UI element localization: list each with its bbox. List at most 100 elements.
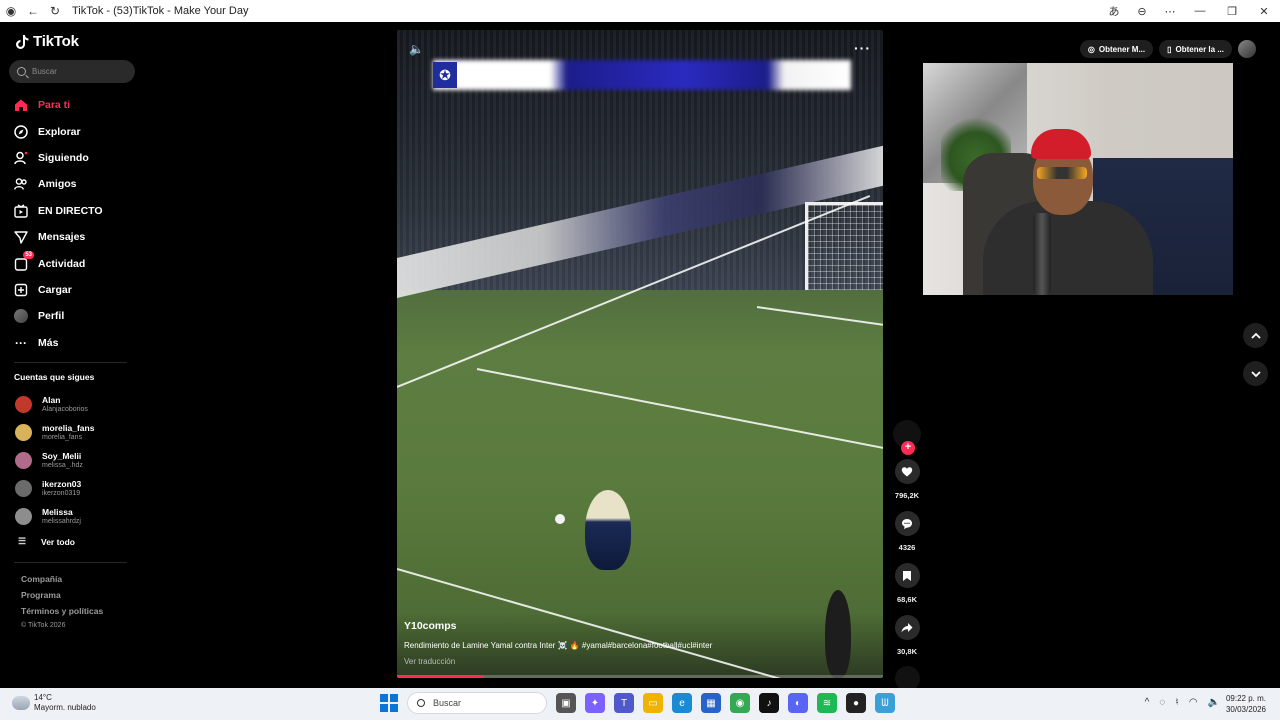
close-button[interactable]: ✕: [1248, 0, 1280, 22]
following-username: ikerzon0319: [42, 489, 81, 497]
store-icon[interactable]: ▦: [701, 693, 721, 713]
nav-item-explorar[interactable]: Explorar: [13, 118, 143, 144]
obs-icon[interactable]: ●: [846, 693, 866, 713]
user-avatar[interactable]: [1238, 40, 1256, 58]
share-count: 30,8K: [896, 647, 917, 656]
follow-plus-icon[interactable]: +: [901, 441, 915, 455]
save-action[interactable]: 68,6K: [890, 563, 924, 604]
following-item[interactable]: Soy_Melii melissa_.hdz: [15, 446, 94, 474]
comment-action[interactable]: 4326: [890, 511, 924, 552]
following-list: Alan Alanjacoborios morelia_fans morelia_f…: [15, 390, 94, 530]
search-placeholder: Buscar: [32, 67, 57, 76]
like-action[interactable]: 796,2K: [890, 459, 924, 500]
heart-icon[interactable]: [894, 459, 920, 484]
next-video-button[interactable]: [1243, 361, 1268, 386]
window-title: TikTok - (53)TikTok - Make Your Day: [72, 5, 249, 17]
chevron-down-icon: [1250, 370, 1261, 377]
video-player[interactable]: ✪ 🔈 ··· Y10comps Rendimiento de Lamine Y…: [397, 30, 883, 678]
taskbar-clock[interactable]: 09:22 p. m. 30/03/2026: [1226, 693, 1266, 715]
back-icon[interactable]: ←: [22, 0, 44, 22]
minimize-button[interactable]: —: [1184, 0, 1216, 22]
streamer-webcam: [923, 63, 1233, 295]
following-item[interactable]: ikerzon03 ikerzon0319: [15, 474, 94, 502]
windows-start-icon[interactable]: [380, 694, 398, 712]
spotify-icon[interactable]: ≋: [817, 693, 837, 713]
discord-icon[interactable]: ◐: [788, 693, 808, 713]
wifi-icon[interactable]: ◠: [1189, 697, 1198, 708]
search-input[interactable]: Buscar: [9, 60, 135, 83]
tiktok-logo[interactable]: TikTok: [14, 33, 79, 50]
share-action[interactable]: 30,8K: [890, 615, 924, 656]
nav-label: Siguiendo: [38, 151, 89, 164]
activity-icon: 53: [13, 250, 34, 272]
weather-widget[interactable]: 14°C Mayorm. nublado: [12, 693, 96, 713]
ucl-logo-icon: ✪: [433, 62, 457, 88]
get-app-button[interactable]: ▯ Obtener la ...: [1159, 40, 1232, 58]
chevron-up-icon[interactable]: ^: [1145, 697, 1150, 708]
maximize-button[interactable]: ❐: [1216, 0, 1248, 22]
volume-icon[interactable]: 🔈: [1208, 697, 1220, 708]
taskbar-apps: Buscar ▣ ✦ T ▭ e ▦ ◉ ♪ ◐ ≋ ● ᗯ: [380, 692, 895, 714]
nav-item-en-directo[interactable]: EN DIRECTO: [13, 198, 143, 224]
more-icon: ···: [15, 335, 27, 350]
get-coins-button[interactable]: ◎ Obtener M...: [1079, 40, 1154, 58]
more-options-icon[interactable]: ···: [854, 40, 871, 56]
nav-item-actividad[interactable]: 53 Actividad: [13, 250, 143, 276]
footer-links: Compañía Programa Términos y políticas ©…: [21, 574, 103, 638]
nav-item-amigos[interactable]: Amigos: [13, 171, 143, 197]
video-scorebug: [433, 60, 851, 90]
tiktok-taskbar-icon[interactable]: ♪: [759, 693, 779, 713]
nav-item-siguiendo[interactable]: Siguiendo: [13, 145, 143, 171]
zoom-icon[interactable]: ⊖: [1128, 0, 1156, 22]
sidebar-divider: [14, 562, 127, 563]
network-icon[interactable]: ◌: [1159, 697, 1165, 708]
app-icon[interactable]: ᗯ: [875, 693, 895, 713]
webcam-microphone: [1033, 213, 1051, 295]
nav-label: Cargar: [38, 283, 72, 296]
top-right-actions: ◎ Obtener M... ▯ Obtener la ...: [1079, 40, 1256, 58]
following-item[interactable]: Melissa melissahrdzj: [15, 502, 94, 530]
mic-icon[interactable]: ♮: [1175, 697, 1179, 708]
following-username: Alanjacoborios: [42, 405, 88, 413]
comment-icon[interactable]: [894, 511, 920, 536]
following-item[interactable]: Alan Alanjacoborios: [15, 390, 94, 418]
author-avatar[interactable]: +: [893, 420, 921, 455]
video-author[interactable]: Y10comps: [404, 620, 457, 632]
profile-avatar: [13, 308, 29, 324]
footer-link-company[interactable]: Compañía: [21, 574, 103, 590]
file-explorer-icon[interactable]: ▭: [643, 693, 663, 713]
bookmark-icon[interactable]: [894, 563, 920, 588]
share-icon[interactable]: [894, 615, 920, 640]
previous-video-button[interactable]: [1243, 323, 1268, 348]
translate-icon[interactable]: あ: [1100, 0, 1128, 22]
following-item[interactable]: morelia_fans morelia_fans: [15, 418, 94, 446]
nav-item-cargar[interactable]: Cargar: [13, 277, 143, 303]
pitch-line: [397, 568, 878, 678]
see-translation-link[interactable]: Ver traducción: [404, 657, 455, 666]
nav-item-mas[interactable]: ··· Más: [13, 330, 143, 356]
see-all-link[interactable]: ☰ Ver todo: [18, 536, 75, 547]
task-view-icon[interactable]: ▣: [556, 693, 576, 713]
browser-titlebar: ◉ ← ↻ TikTok - (53)TikTok - Make Your Da…: [0, 0, 1280, 22]
video-progress-bar[interactable]: [397, 675, 883, 678]
reload-icon[interactable]: ↻: [44, 0, 66, 22]
following-name: morelia_fans: [42, 422, 95, 433]
copilot-icon[interactable]: ✦: [585, 693, 605, 713]
chrome-icon[interactable]: ◉: [730, 693, 750, 713]
volume-icon[interactable]: 🔈: [409, 42, 424, 56]
sidebar-divider: [14, 362, 127, 363]
nav-label: Para ti: [38, 99, 71, 112]
footer-link-program[interactable]: Programa: [21, 590, 103, 606]
footer-link-terms[interactable]: Términos y políticas: [21, 606, 103, 622]
edge-icon[interactable]: e: [672, 693, 692, 713]
nav-label: Amigos: [38, 178, 77, 191]
following-section-title: Cuentas que sigues: [14, 372, 95, 382]
nav-item-para-ti[interactable]: Para ti: [13, 92, 143, 118]
sidebar: TikTok Buscar Para ti Explorar Siguiendo…: [0, 22, 145, 688]
nav-item-perfil[interactable]: Perfil: [13, 303, 143, 329]
teams-icon[interactable]: T: [614, 693, 634, 713]
menu-dots-icon[interactable]: ⋯: [1156, 0, 1184, 22]
nav-item-mensajes[interactable]: Mensajes: [13, 224, 143, 250]
taskbar-search[interactable]: Buscar: [407, 692, 547, 714]
pitch-line: [476, 368, 883, 451]
